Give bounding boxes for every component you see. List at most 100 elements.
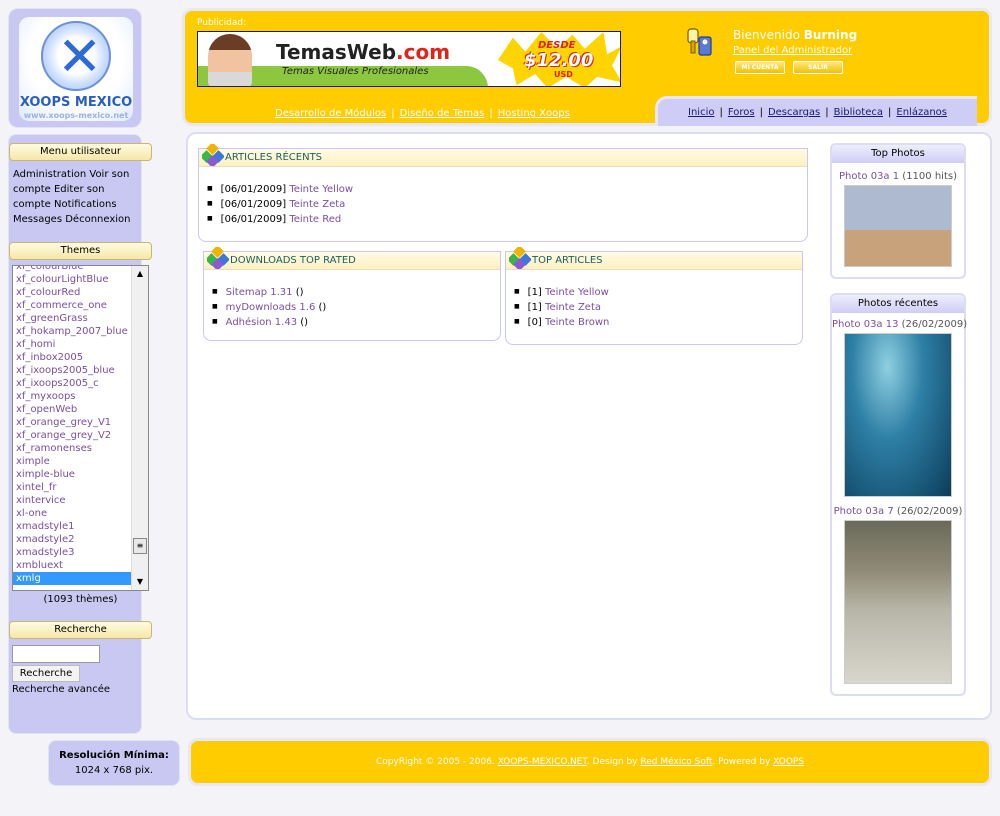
photo-link[interactable]: Photo 03a 1	[839, 171, 899, 182]
theme-option[interactable]: xmlg	[13, 572, 132, 585]
block-title: ARTICLES RÉCENTS	[225, 152, 323, 163]
nav-downloads[interactable]: Descargas	[768, 107, 820, 118]
list-item: [06/01/2009] Teinte Red	[207, 211, 353, 226]
logo-x-icon: ✕	[57, 25, 103, 88]
theme-option[interactable]: xf_openWeb	[13, 403, 132, 416]
theme-option[interactable]: ximple	[13, 455, 132, 468]
theme-list-scrollbar[interactable]: ▲ ≡ ▼	[131, 266, 148, 590]
username: Burning	[803, 28, 858, 42]
my-account-button[interactable]: MI CUENTA	[735, 61, 785, 74]
admin-panel-link[interactable]: Panel del Administrador	[733, 45, 852, 56]
photo-link[interactable]: Photo 03a 13	[832, 319, 898, 330]
article-link[interactable]: Teinte Zeta	[545, 302, 601, 313]
menu-notifications-link[interactable]: Notifications	[54, 199, 117, 210]
logo-box: ✕ XOOPS MEXICO www.xoops-mexico.net	[8, 8, 142, 128]
block-header: DOWNLOADS TOP RATED	[204, 247, 500, 270]
scroll-thumb[interactable]: ≡	[133, 538, 147, 554]
resolution-value: 1024 x 768 pix.	[74, 765, 154, 776]
article-link[interactable]: Teinte Zeta	[289, 199, 345, 210]
footer: CopyRight © 2005 - 2006. XOOPS-MEXICO.NE…	[188, 738, 992, 786]
download-link[interactable]: Adhésion 1.43	[226, 317, 297, 328]
photo-thumbnail[interactable]	[844, 333, 952, 497]
footer-copyright: CopyRight © 2005 - 2006.	[375, 757, 495, 767]
theme-option[interactable]: xf_hokamp_2007_blue	[13, 325, 132, 338]
nav-library[interactable]: Biblioteca	[834, 107, 883, 118]
photo-link[interactable]: Photo 03a 7	[834, 506, 894, 517]
theme-option[interactable]: xf_commerce_one	[13, 299, 132, 312]
theme-option[interactable]: xf_myxoops	[13, 390, 132, 403]
theme-option[interactable]: xmadstyle1	[13, 520, 132, 533]
list-item: [1] Teinte Zeta	[514, 299, 609, 314]
recent-photos-block: Photos récentes Photo 03a 13 (26/02/2009…	[830, 293, 968, 696]
article-link[interactable]: Teinte Brown	[545, 317, 609, 328]
theme-option[interactable]: xf_colourLightBlue	[13, 273, 132, 286]
link-theme-design[interactable]: Diseño de Temas	[400, 108, 485, 119]
article-link[interactable]: Teinte Yellow	[289, 184, 353, 195]
site-logo[interactable]: ✕ XOOPS MEXICO www.xoops-mexico.net	[19, 17, 133, 121]
theme-option[interactable]: xl-one	[13, 507, 132, 520]
list-item: [06/01/2009] Teinte Yellow	[207, 181, 353, 196]
photo-thumbnail[interactable]	[844, 185, 952, 267]
recent-articles-list: [06/01/2009] Teinte Yellow [06/01/2009] …	[207, 181, 353, 226]
download-link[interactable]: Sitemap 1.31	[226, 287, 293, 298]
link-module-development[interactable]: Desarrollo de Módulos	[275, 108, 386, 119]
theme-option[interactable]: xf_inbox2005	[13, 351, 132, 364]
nav-forums[interactable]: Foros	[728, 107, 755, 118]
top-photos-title: Top Photos	[832, 145, 964, 163]
search-input[interactable]	[12, 645, 100, 663]
advanced-search-link[interactable]: Recherche avancée	[12, 684, 110, 695]
theme-option[interactable]: xmadstyle3	[13, 546, 132, 559]
left-sidebar: Menu utilisateur Administration Voir son…	[8, 134, 152, 734]
footer-xoops-link[interactable]: XOOPS	[773, 757, 804, 767]
nav-home[interactable]: Inicio	[688, 107, 714, 118]
resolution-box: Resolución Mínima: 1024 x 768 pix.	[48, 740, 180, 786]
download-link[interactable]: myDownloads 1.6	[226, 302, 316, 313]
block-cube-icon	[207, 247, 229, 269]
theme-option[interactable]: xintervice	[13, 494, 132, 507]
list-item: [0] Teinte Brown	[514, 314, 610, 329]
theme-option[interactable]: xf_orange_grey_V1	[13, 416, 132, 429]
ad-banner[interactable]: TemasWeb.com Temas Visuales Profesionale…	[197, 31, 621, 87]
footer-designer-link[interactable]: Red México Soft	[640, 757, 712, 767]
search-button[interactable]: Recherche	[12, 665, 80, 682]
scroll-up-arrow-icon[interactable]: ▲	[132, 266, 148, 282]
menu-administration-link[interactable]: Administration	[13, 169, 86, 180]
list-item: [06/01/2009] Teinte Zeta	[207, 196, 353, 211]
theme-option[interactable]: xf_orange_grey_V2	[13, 429, 132, 442]
top-articles-block: TOP ARTICLES [1] Teinte Yellow [1] Teint…	[505, 247, 803, 345]
theme-option[interactable]: ximple-blue	[13, 468, 132, 481]
photo-caption: Photo 03a 13 (26/02/2009)	[832, 319, 968, 330]
link-hosting-xoops[interactable]: Hosting Xoops	[498, 108, 570, 119]
menu-messages-link[interactable]: Messages	[13, 214, 62, 225]
resolution-label: Resolución Mínima:	[59, 750, 169, 761]
block-title: DOWNLOADS TOP RATED	[230, 255, 356, 266]
theme-option[interactable]: xf_homi	[13, 338, 132, 351]
theme-option[interactable]: xf_colourRed	[13, 286, 132, 299]
photo-thumbnail[interactable]	[844, 520, 952, 684]
menu-logout-link[interactable]: Déconnexion	[65, 214, 130, 225]
theme-option[interactable]: xintel_fr	[13, 481, 132, 494]
logo-title: XOOPS MEXICO	[19, 95, 133, 110]
theme-option[interactable]: xmbluext	[13, 559, 132, 572]
theme-option[interactable]: xf_greenGrass	[13, 312, 132, 325]
theme-select-list[interactable]: xf_colourBlue xf_colourLightBlue xf_colour…	[12, 265, 149, 591]
logout-button[interactable]: SALIR	[793, 61, 843, 74]
list-item: Sitemap 1.31 ()	[212, 284, 326, 299]
article-link[interactable]: Teinte Yellow	[545, 287, 609, 298]
theme-option[interactable]: xf_ramonenses	[13, 442, 132, 455]
theme-option[interactable]: xf_ixoops2005_c	[13, 377, 132, 390]
article-link[interactable]: Teinte Red	[289, 214, 341, 225]
theme-option[interactable]: xf_ixoops2005_blue	[13, 364, 132, 377]
user-menu: Administration Voir son compte Editer so…	[13, 167, 139, 227]
footer-site-link[interactable]: XOOPS-MEXICO.NET	[498, 757, 587, 767]
banner-brand: TemasWeb.com	[276, 40, 451, 64]
logo-subtitle: www.xoops-mexico.net	[23, 111, 129, 120]
header-links: Desarrollo de Módulos | Diseño de Temas | Ho…	[275, 108, 570, 119]
theme-count: (1093 thèmes)	[43, 594, 118, 605]
nav-link-us[interactable]: Enlázanos	[896, 107, 947, 118]
theme-option[interactable]: xmadstyle2	[13, 533, 132, 546]
scroll-down-arrow-icon[interactable]: ▼	[132, 574, 148, 590]
banner-tagline: Temas Visuales Profesionales	[282, 66, 429, 77]
theme-option[interactable]: xf_colourBlue	[13, 266, 132, 273]
top-photos-block: Top Photos Photo 03a 1 (1100 hits)	[830, 143, 966, 279]
